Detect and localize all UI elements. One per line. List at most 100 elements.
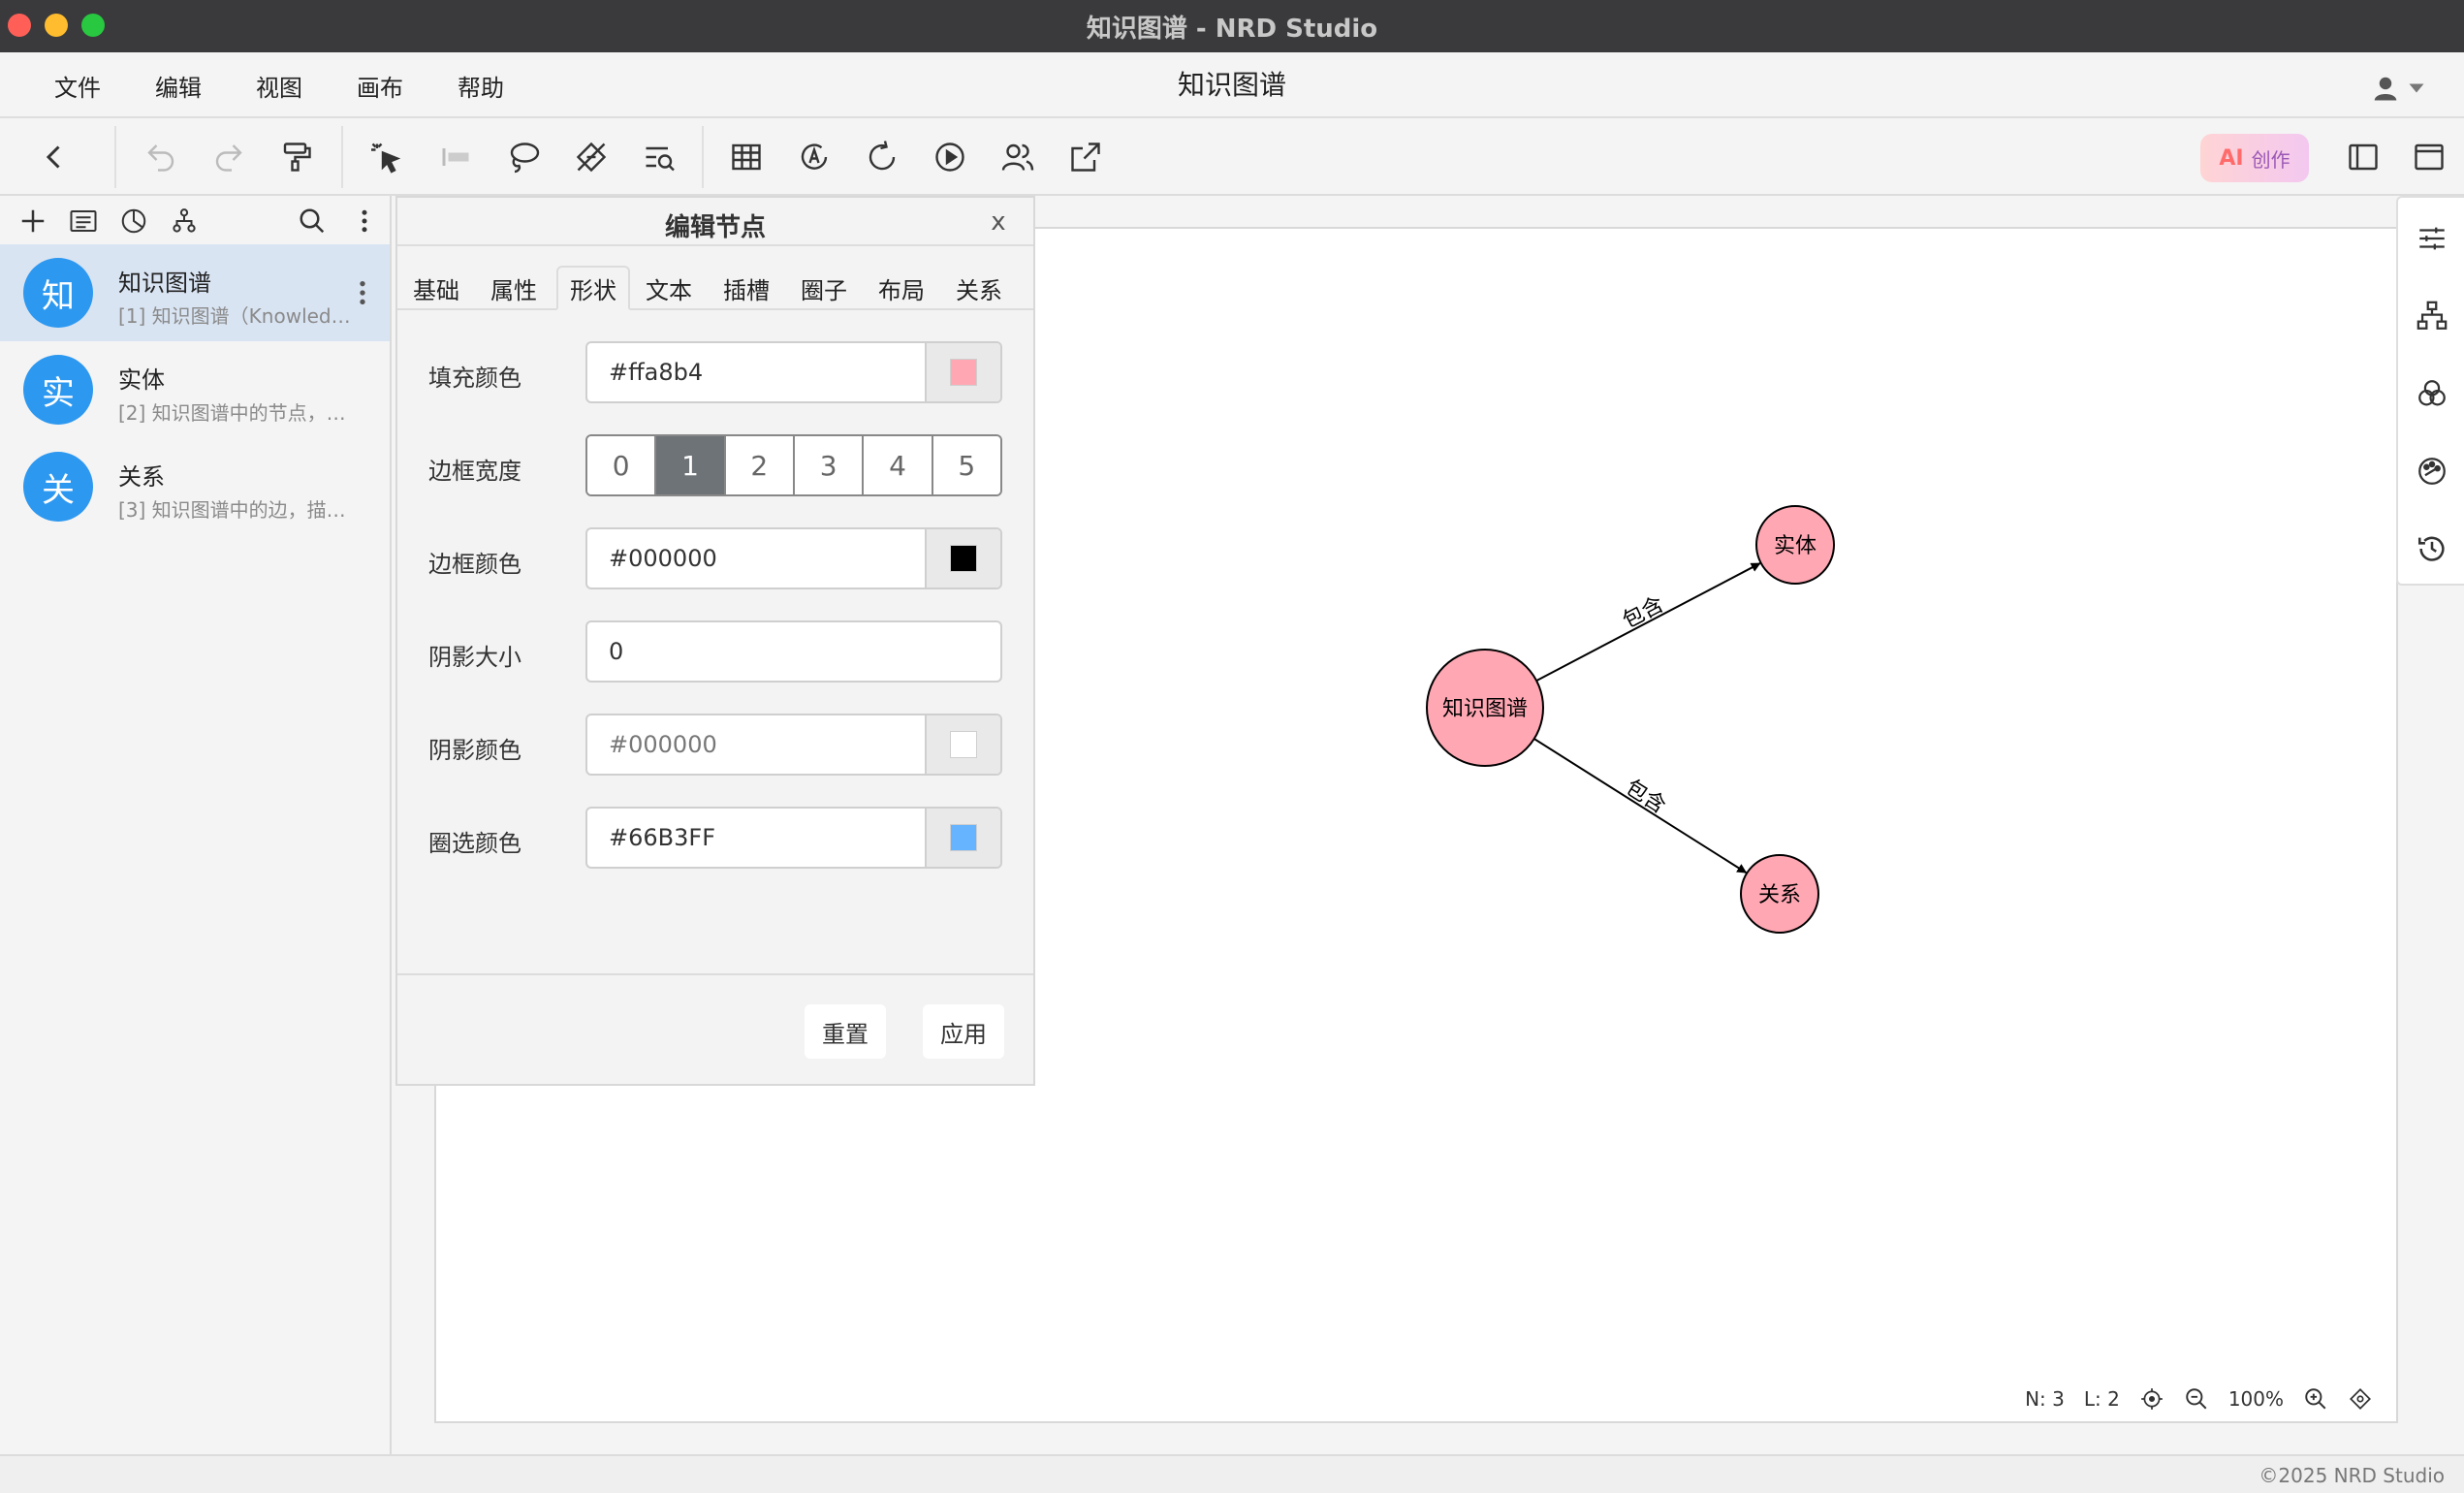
copyright: ©2025 NRD Studio: [2259, 1464, 2445, 1487]
list-item-relation[interactable]: 关 关系 [3] 知识图谱中的边，描…: [0, 438, 390, 535]
lasso-button[interactable]: [502, 136, 545, 178]
auto-text-button[interactable]: [793, 136, 836, 178]
shadow-size-value: 0: [609, 638, 624, 665]
toggle-panel-button[interactable]: [2408, 136, 2450, 178]
border-color-input[interactable]: #000000: [585, 527, 1002, 589]
select-color-input[interactable]: #66B3FF: [585, 807, 1002, 869]
fill-color-label: 填充颜色: [428, 365, 521, 392]
align-button[interactable]: [434, 136, 477, 178]
settings-panel-button[interactable]: [2415, 221, 2449, 256]
more-vertical-icon[interactable]: [351, 277, 374, 308]
menu-view[interactable]: 视图: [256, 69, 302, 103]
footer: ©2025 NRD Studio: [0, 1454, 2464, 1493]
list-view-button[interactable]: [66, 204, 101, 238]
table-button[interactable]: [725, 136, 768, 178]
play-button[interactable]: [929, 136, 971, 178]
tab-circles[interactable]: 圈子: [789, 266, 859, 310]
border-width-option-3[interactable]: 3: [794, 436, 865, 494]
shadow-color-input[interactable]: #000000: [585, 714, 1002, 776]
history-panel-button[interactable]: [2415, 531, 2449, 566]
title-bar: 知识图谱 - NRD Studio: [0, 0, 2464, 52]
tree-view-button[interactable]: [167, 204, 202, 238]
tab-basic[interactable]: 基础: [401, 266, 471, 310]
dialog-footer-divider: [397, 973, 1033, 975]
back-button[interactable]: [33, 136, 76, 178]
tab-layout[interactable]: 布局: [867, 266, 936, 310]
play-icon: [935, 143, 964, 172]
user-icon: [2374, 77, 2397, 101]
format-painter-button[interactable]: [275, 136, 318, 178]
border-color-label: 边框颜色: [428, 551, 521, 578]
list-item-knowledge-graph[interactable]: 知 知识图谱 [1] 知识图谱（Knowledge Graph）: [0, 244, 390, 341]
select-color-row: 圈选颜色 #66B3FF: [397, 807, 1033, 869]
palette-panel-button[interactable]: [2415, 454, 2449, 489]
locate-icon[interactable]: [2139, 1386, 2164, 1412]
fill-color-input[interactable]: #ffa8b4: [585, 341, 1002, 403]
edit-node-dialog: 编辑节点 x 基础 属性 形状 文本 插槽 圈子 布局 关系 填充颜色 #ffa…: [395, 196, 1035, 1086]
ai-create-button[interactable]: AI 创作: [2200, 134, 2309, 182]
fit-view-icon[interactable]: [2348, 1386, 2373, 1412]
tab-slots[interactable]: 插槽: [711, 266, 781, 310]
circles-panel-button[interactable]: [2415, 376, 2449, 411]
auto-text-icon: [801, 143, 828, 170]
more-vertical-icon: [362, 209, 367, 233]
user-menu[interactable]: [2371, 74, 2425, 103]
chart-view-button[interactable]: [116, 204, 151, 238]
avatar: 关: [23, 452, 93, 522]
export-button[interactable]: [1064, 136, 1107, 178]
hierarchy-panel-button[interactable]: [2415, 299, 2449, 334]
select-color-value: #66B3FF: [609, 824, 715, 851]
menu-file[interactable]: 文件: [54, 69, 101, 103]
dialog-title: 编辑节点: [664, 213, 766, 242]
shadow-size-input[interactable]: 0: [585, 620, 1002, 683]
back-icon: [46, 145, 60, 169]
refresh-button[interactable]: [861, 136, 903, 178]
redo-icon: [215, 144, 242, 172]
menu-edit[interactable]: 编辑: [155, 69, 202, 103]
no-link-icon: [576, 142, 607, 173]
sidebar-more-button[interactable]: [347, 204, 382, 238]
tab-properties[interactable]: 属性: [479, 266, 549, 310]
border-width-option-5[interactable]: 5: [932, 436, 1000, 494]
toggle-sidebar-button[interactable]: [2342, 136, 2385, 178]
pie-chart-icon: [121, 208, 146, 234]
redo-button[interactable]: [207, 136, 250, 178]
border-width-label: 边框宽度: [428, 458, 521, 485]
circles-icon: [2418, 380, 2446, 406]
shadow-color-picker[interactable]: [925, 715, 1000, 774]
tab-shape[interactable]: 形状: [556, 266, 630, 310]
users-button[interactable]: [996, 136, 1039, 178]
border-width-option-2[interactable]: 2: [725, 436, 795, 494]
search-list-button[interactable]: [638, 136, 680, 178]
fill-color-swatch: [950, 359, 977, 386]
dialog-close-button[interactable]: x: [987, 207, 1010, 237]
dialog-header: 编辑节点 x: [397, 198, 1033, 246]
zoom-out-icon[interactable]: [2184, 1386, 2209, 1412]
tab-text[interactable]: 文本: [634, 266, 704, 310]
avatar: 知: [23, 258, 93, 328]
select-tool-button[interactable]: [364, 136, 407, 178]
border-width-option-1[interactable]: 1: [656, 436, 726, 494]
avatar: 实: [23, 355, 93, 425]
border-color-picker[interactable]: [925, 529, 1000, 588]
menu-canvas[interactable]: 画布: [357, 69, 403, 103]
maximize-window-button[interactable]: [81, 14, 105, 37]
menu-help[interactable]: 帮助: [458, 69, 504, 103]
reset-button[interactable]: 重置: [805, 1004, 886, 1059]
apply-button[interactable]: 应用: [923, 1004, 1004, 1059]
close-window-button[interactable]: [8, 14, 31, 37]
select-color-picker[interactable]: [925, 809, 1000, 867]
disconnect-button[interactable]: [570, 136, 613, 178]
border-width-option-4[interactable]: 4: [864, 436, 933, 494]
list-item-entity[interactable]: 实 实体 [2] 知识图谱中的节点，…: [0, 341, 390, 438]
sidebar-search-button[interactable]: [295, 204, 330, 238]
border-width-option-0[interactable]: 0: [587, 436, 657, 494]
fill-color-picker[interactable]: [925, 343, 1000, 401]
add-node-button[interactable]: [16, 204, 50, 238]
undo-button[interactable]: [140, 136, 182, 178]
minimize-window-button[interactable]: [45, 14, 68, 37]
toolbar-separator: [114, 126, 116, 188]
zoom-in-icon[interactable]: [2303, 1386, 2328, 1412]
refresh-icon: [869, 141, 896, 171]
tab-relations[interactable]: 关系: [944, 266, 1014, 310]
